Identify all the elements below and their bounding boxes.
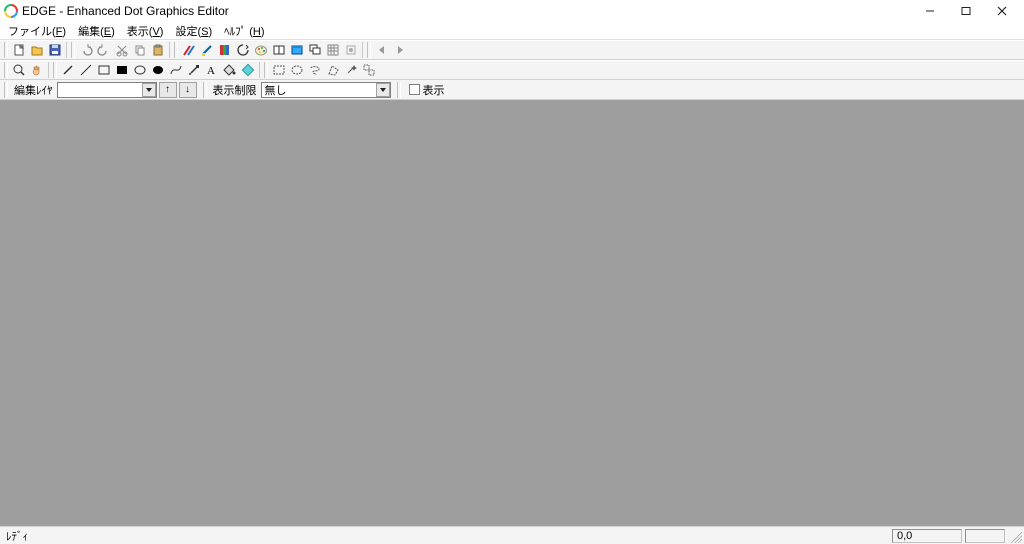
select-poly-tool[interactable]	[324, 61, 342, 79]
chevron-down-icon[interactable]	[142, 83, 156, 97]
zoom-tool[interactable]	[10, 61, 28, 79]
select-ellipse-tool[interactable]	[288, 61, 306, 79]
maximize-button[interactable]	[948, 0, 984, 22]
hand-tool[interactable]	[28, 61, 46, 79]
main-toolbar	[0, 40, 1024, 60]
show-checkbox-label: 表示	[423, 82, 449, 98]
rect-fill-tool[interactable]	[113, 61, 131, 79]
ellipse-fill-tool[interactable]	[149, 61, 167, 79]
toolbar-grip[interactable]	[367, 42, 371, 58]
toolbar-grip[interactable]	[4, 82, 8, 98]
rect-tool[interactable]	[95, 61, 113, 79]
grid-toggle-button[interactable]	[324, 41, 342, 59]
close-button[interactable]	[984, 0, 1020, 22]
display-limit-value: 無し	[262, 82, 376, 98]
select-wand-tool[interactable]	[342, 61, 360, 79]
status-bar: ﾚﾃﾞｨ 0,0	[0, 526, 1024, 544]
menubar: ファイル(F) 編集(E) 表示(V) 設定(S) ﾍﾙﾌﾟ (H)	[0, 22, 1024, 40]
display-limit-combo[interactable]: 無し	[261, 82, 391, 98]
eyedropper-tool[interactable]	[185, 61, 203, 79]
minimize-button[interactable]	[912, 0, 948, 22]
titlebar: EDGE - Enhanced Dot Graphics Editor	[0, 0, 1024, 22]
menu-file[interactable]: ファイル(F)	[2, 22, 72, 40]
paste-button[interactable]	[149, 41, 167, 59]
toolbar-grip[interactable]	[203, 82, 207, 98]
fill-tool[interactable]	[221, 61, 239, 79]
select-rect-tool[interactable]	[270, 61, 288, 79]
line-tool[interactable]	[77, 61, 95, 79]
menu-edit[interactable]: 編集(E)	[72, 22, 121, 40]
toolbar-grip[interactable]	[174, 42, 178, 58]
status-coords: 0,0	[892, 529, 962, 543]
display-limit-label: 表示制限	[209, 82, 261, 98]
prev-button[interactable]	[373, 41, 391, 59]
menu-view[interactable]: 表示(V)	[121, 22, 170, 40]
copy-button[interactable]	[131, 41, 149, 59]
select-lasso-tool[interactable]	[306, 61, 324, 79]
toolbar-grip[interactable]	[71, 42, 75, 58]
palette-button[interactable]	[252, 41, 270, 59]
new-file-button[interactable]	[10, 41, 28, 59]
brush-button[interactable]	[198, 41, 216, 59]
toolbar-grip[interactable]	[264, 62, 268, 78]
edit-layer-combo[interactable]	[57, 82, 157, 98]
misc-tool-button[interactable]	[342, 41, 360, 59]
window-title: EDGE - Enhanced Dot Graphics Editor	[22, 4, 229, 18]
next-button[interactable]	[391, 41, 409, 59]
status-text: ﾚﾃﾞｨ	[0, 528, 892, 544]
ellipse-tool[interactable]	[131, 61, 149, 79]
svg-text:A: A	[207, 65, 215, 77]
redo-button[interactable]	[95, 41, 113, 59]
layer-down-button[interactable]: ↓	[179, 82, 197, 98]
cut-button[interactable]	[113, 41, 131, 59]
edit-layer-label: 編集ﾚｲﾔ	[10, 82, 57, 98]
undo-button[interactable]	[77, 41, 95, 59]
save-file-button[interactable]	[46, 41, 64, 59]
show-checkbox[interactable]	[409, 84, 420, 95]
pen-double-button[interactable]	[180, 41, 198, 59]
swap-colors-tool[interactable]	[239, 61, 257, 79]
split-view-button[interactable]	[270, 41, 288, 59]
toolbar-grip[interactable]	[4, 62, 8, 78]
tools-toolbar: A	[0, 60, 1024, 80]
app-icon	[4, 4, 18, 18]
text-tool[interactable]: A	[203, 61, 221, 79]
toolbar-grip[interactable]	[397, 82, 401, 98]
toolbar-grip[interactable]	[4, 42, 8, 58]
chevron-down-icon[interactable]	[376, 83, 390, 97]
open-file-button[interactable]	[28, 41, 46, 59]
menu-settings[interactable]: 設定(S)	[169, 22, 218, 40]
toolbar-grip[interactable]	[53, 62, 57, 78]
workspace-area[interactable]	[0, 100, 1024, 526]
resize-grip[interactable]	[1008, 529, 1022, 543]
select-color-tool[interactable]	[360, 61, 378, 79]
blue-window-button[interactable]	[288, 41, 306, 59]
layer-up-button[interactable]: ↑	[159, 82, 177, 98]
layer-options-bar: 編集ﾚｲﾔ ↑ ↓ 表示制限 無し 表示	[0, 80, 1024, 100]
curve-tool[interactable]	[167, 61, 185, 79]
windows-button[interactable]	[306, 41, 324, 59]
menu-help[interactable]: ﾍﾙﾌﾟ (H)	[218, 22, 270, 40]
status-extra	[965, 529, 1005, 543]
gradient-bars-button[interactable]	[216, 41, 234, 59]
pen-tool[interactable]	[59, 61, 77, 79]
refresh-button[interactable]	[234, 41, 252, 59]
